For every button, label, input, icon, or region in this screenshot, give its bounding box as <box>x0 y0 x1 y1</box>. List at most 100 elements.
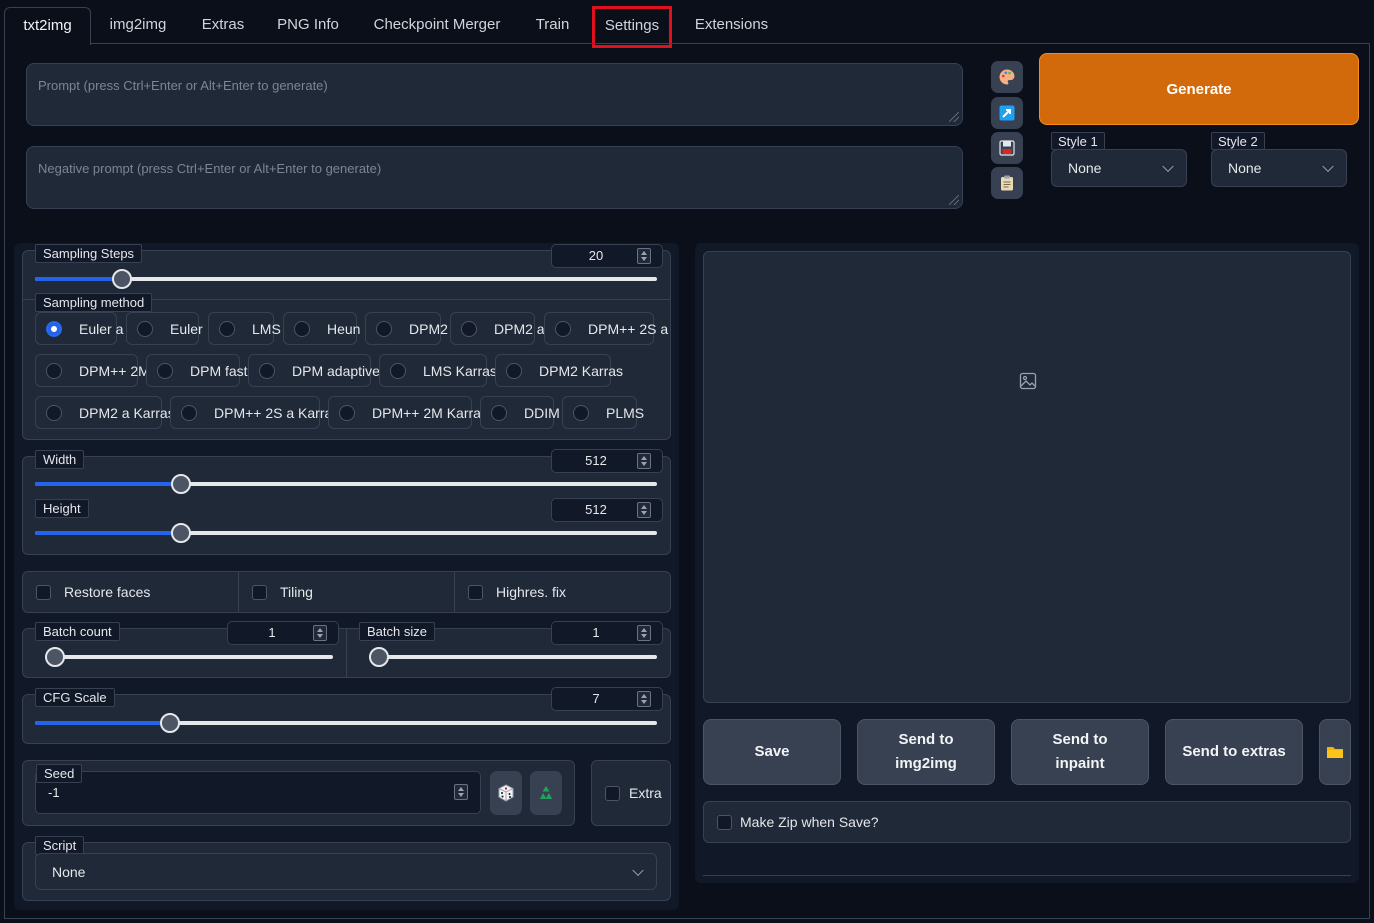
sampler-option[interactable]: LMS <box>208 312 281 345</box>
divider <box>346 629 347 677</box>
style2-dropdown[interactable]: None <box>1211 149 1347 187</box>
tab-extras[interactable]: Extras <box>190 7 256 43</box>
sampler-option[interactable]: DPM fast <box>146 354 248 387</box>
style1-dropdown[interactable]: None <box>1051 149 1187 187</box>
save-button[interactable]: Save <box>703 719 841 785</box>
script-value: None <box>52 863 86 880</box>
read-params-button[interactable] <box>991 97 1023 129</box>
stepper-icon[interactable] <box>637 691 651 707</box>
negative-prompt-input[interactable]: Negative prompt (press Ctrl+Enter or Alt… <box>26 146 963 209</box>
checkbox-box <box>468 584 483 600</box>
cfg-scale-input[interactable]: 7 <box>551 687 663 711</box>
width-slider[interactable] <box>35 474 657 494</box>
prompt-input[interactable]: Prompt (press Ctrl+Enter or Alt+Enter to… <box>26 63 963 126</box>
tab-checkpoint-merger[interactable]: Checkpoint Merger <box>362 7 512 43</box>
send-to-extras-button[interactable]: Send to extras <box>1165 719 1303 785</box>
stepper-icon[interactable] <box>637 625 651 641</box>
highres-fix-checkbox[interactable]: Highres. fix <box>468 584 566 600</box>
sampler-option[interactable]: DPM2 a <box>450 312 545 345</box>
apply-style-button[interactable] <box>991 167 1023 199</box>
tab-train[interactable]: Train <box>524 7 581 43</box>
stepper-icon[interactable] <box>313 625 327 641</box>
chevron-down-icon <box>1322 160 1334 173</box>
sampler-label: DPM++ 2M <box>79 362 150 379</box>
palette-icon <box>999 69 1015 85</box>
tab-txt2img[interactable]: txt2img <box>4 7 91 45</box>
radio-dot <box>46 320 62 337</box>
sampler-label: PLMS <box>606 404 645 421</box>
tab-settings[interactable]: Settings <box>592 6 672 48</box>
button-label: Send to <box>1052 731 1108 748</box>
tab-png-info[interactable]: PNG Info <box>266 7 350 43</box>
slider-thumb[interactable] <box>170 523 191 543</box>
random-seed-button[interactable] <box>490 771 522 815</box>
save-style-button[interactable] <box>991 132 1023 164</box>
height-slider[interactable] <box>35 523 657 543</box>
cfg-scale-slider[interactable] <box>35 713 657 733</box>
height-input[interactable]: 512 <box>551 498 663 522</box>
batch-count-slider[interactable] <box>45 647 333 667</box>
checkbox-box <box>717 814 732 830</box>
radio-dot <box>46 404 62 421</box>
radio-dot <box>573 404 589 421</box>
seed-input[interactable]: -1 <box>35 771 481 814</box>
batch-size-slider[interactable] <box>369 647 657 667</box>
chevron-down-icon <box>632 864 644 876</box>
tab-img2img[interactable]: img2img <box>100 7 176 43</box>
slider-thumb[interactable] <box>159 713 180 733</box>
batch-size-input[interactable]: 1 <box>551 621 663 645</box>
sampling-steps-slider[interactable] <box>35 269 657 289</box>
checkbox-box <box>605 785 620 801</box>
sampler-option[interactable]: Euler <box>126 312 203 345</box>
sampler-option[interactable]: Euler a <box>35 312 123 345</box>
width-input[interactable]: 512 <box>551 449 663 473</box>
batch-count-input[interactable]: 1 <box>227 621 339 645</box>
script-dropdown[interactable]: None <box>35 853 657 890</box>
slider-thumb[interactable] <box>112 269 133 289</box>
slider-thumb[interactable] <box>170 474 191 494</box>
sampler-option[interactable]: DPM2 Karras <box>495 354 623 387</box>
sampler-label: DPM++ 2M Karras <box>372 404 488 421</box>
sampler-option[interactable]: DPM2 <box>365 312 448 345</box>
divider <box>454 572 455 612</box>
sampler-option[interactable]: Heun <box>283 312 360 345</box>
sampler-option[interactable]: DPM++ 2S a Karras <box>170 396 339 429</box>
restore-faces-checkbox[interactable]: Restore faces <box>36 584 150 600</box>
tab-divider <box>90 43 1370 44</box>
send-to-img2img-button[interactable]: Send to img2img <box>857 719 995 785</box>
style2-value: None <box>1228 160 1262 176</box>
sampler-option[interactable]: DPM++ 2M Karras <box>328 396 488 429</box>
radio-dot <box>137 320 153 337</box>
resize-handle[interactable] <box>949 112 959 122</box>
palette-button[interactable] <box>991 61 1023 93</box>
reuse-seed-button[interactable] <box>530 771 562 815</box>
sampler-option[interactable]: DPM++ 2S a <box>544 312 668 345</box>
resize-handle[interactable] <box>949 195 959 205</box>
sampler-option[interactable]: DDIM <box>480 396 560 429</box>
slider-thumb[interactable] <box>45 647 65 667</box>
stepper-icon[interactable] <box>637 453 651 469</box>
sampler-option[interactable]: LMS Karras <box>379 354 497 387</box>
divider <box>703 875 1351 876</box>
tiling-checkbox[interactable]: Tiling <box>252 584 313 600</box>
slider-fill <box>35 482 181 486</box>
sampler-option[interactable]: DPM2 a Karras <box>35 396 175 429</box>
slider-thumb[interactable] <box>369 647 389 667</box>
stepper-icon[interactable] <box>454 784 468 800</box>
generate-button[interactable]: Generate <box>1039 53 1359 125</box>
radio-dot <box>219 320 235 337</box>
send-to-inpaint-button[interactable]: Send to inpaint <box>1011 719 1149 785</box>
stepper-icon[interactable] <box>637 502 651 518</box>
chevron-down-icon <box>1162 160 1174 173</box>
sampler-option[interactable]: DPM++ 2M <box>35 354 150 387</box>
sampler-label: DPM fast <box>190 362 248 379</box>
extra-checkbox[interactable]: Extra <box>605 785 662 801</box>
radio-dot <box>506 362 522 379</box>
tab-extensions[interactable]: Extensions <box>684 7 779 43</box>
sampler-option[interactable]: DPM adaptive <box>248 354 380 387</box>
stepper-icon[interactable] <box>637 248 651 264</box>
sampling-steps-input[interactable]: 20 <box>551 244 663 268</box>
sampler-option[interactable]: PLMS <box>562 396 644 429</box>
make-zip-checkbox[interactable]: Make Zip when Save? <box>717 814 879 830</box>
open-folder-button[interactable] <box>1319 719 1351 785</box>
